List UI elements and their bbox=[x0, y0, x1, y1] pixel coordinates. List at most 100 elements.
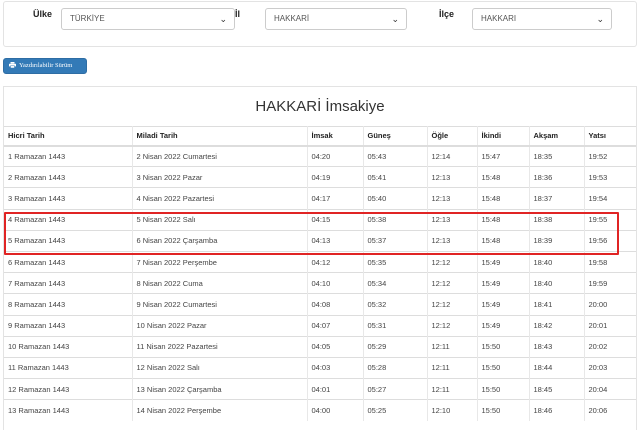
hijri-date-cell: 1 Ramazan 1443 bbox=[4, 144, 133, 167]
hijri-date-cell: 7 Ramazan 1443 bbox=[4, 272, 133, 294]
yatsi-cell: 20:06 bbox=[584, 399, 636, 421]
aksam-cell: 18:38 bbox=[529, 208, 585, 231]
district-select[interactable]: HAKKARI ⌄ bbox=[472, 8, 612, 30]
country-label: Ülke bbox=[33, 9, 53, 19]
province-select[interactable]: HAKKARİ ⌄ bbox=[265, 8, 407, 30]
aksam-cell: 18:43 bbox=[529, 335, 585, 358]
table-header-row: Hicri Tarih Miladi Tarih İmsak Güneş Öğl… bbox=[4, 126, 636, 147]
gunes-cell: 05:38 bbox=[363, 208, 428, 231]
imsakiye-table: Hicri Tarih Miladi Tarih İmsak Güneş Öğl… bbox=[4, 126, 636, 421]
ikindi-cell: 15:50 bbox=[477, 335, 530, 358]
table-row: 4 Ramazan 1443 5 Nisan 2022 Salı 04:15 05:3… bbox=[4, 208, 636, 231]
column-header-gunes: Güneş bbox=[363, 126, 428, 147]
ogle-cell: 12:11 bbox=[427, 335, 478, 358]
gunes-cell: 05:27 bbox=[363, 378, 428, 400]
gunes-cell: 05:37 bbox=[363, 229, 428, 252]
gregorian-date-cell: 8 Nisan 2022 Cuma bbox=[132, 272, 308, 294]
gregorian-date-cell: 10 Nisan 2022 Pazar bbox=[132, 314, 308, 337]
gregorian-date-cell: 14 Nisan 2022 Perşembe bbox=[132, 399, 308, 421]
ogle-cell: 12:12 bbox=[427, 272, 478, 294]
yatsi-cell: 19:52 bbox=[584, 144, 636, 167]
print-version-label: Yazdırılabilir Sürüm bbox=[19, 62, 73, 69]
yatsi-cell: 20:00 bbox=[584, 293, 636, 315]
table-row: 1 Ramazan 1443 2 Nisan 2022 Cumartesi 04:2… bbox=[4, 144, 636, 167]
table-row: 9 Ramazan 1443 10 Nisan 2022 Pazar 04:07 05… bbox=[4, 314, 636, 337]
page-title: HAKKARİ İmsakiye bbox=[255, 98, 385, 115]
aksam-cell: 18:45 bbox=[529, 378, 585, 400]
hijri-date-cell: 3 Ramazan 1443 bbox=[4, 187, 133, 210]
hijri-date-cell: 13 Ramazan 1443 bbox=[4, 399, 133, 421]
ogle-cell: 12:11 bbox=[427, 378, 478, 400]
gregorian-date-cell: 6 Nisan 2022 Çarşamba bbox=[132, 229, 308, 252]
print-version-button[interactable]: Yazdırılabilir Sürüm bbox=[3, 58, 87, 74]
column-header-ogle: Öğle bbox=[427, 126, 478, 147]
imsak-cell: 04:08 bbox=[307, 293, 364, 315]
imsak-cell: 04:19 bbox=[307, 166, 364, 188]
aksam-cell: 18:44 bbox=[529, 356, 585, 379]
column-header-hijri-date: Hicri Tarih bbox=[4, 126, 133, 147]
hijri-date-cell: 9 Ramazan 1443 bbox=[4, 314, 133, 337]
table-row: 3 Ramazan 1443 4 Nisan 2022 Pazartesi 04:1… bbox=[4, 187, 636, 210]
ogle-cell: 12:11 bbox=[427, 356, 478, 379]
yatsi-cell: 20:03 bbox=[584, 356, 636, 379]
ogle-cell: 12:12 bbox=[427, 314, 478, 337]
province-select-value: HAKKARİ bbox=[274, 14, 310, 23]
gregorian-date-cell: 11 Nisan 2022 Pazartesi bbox=[132, 335, 308, 358]
ikindi-cell: 15:47 bbox=[477, 144, 530, 167]
table-row: 13 Ramazan 1443 14 Nisan 2022 Perşembe 04:… bbox=[4, 399, 636, 421]
gunes-cell: 05:28 bbox=[363, 356, 428, 379]
imsak-cell: 04:12 bbox=[307, 250, 364, 273]
gunes-cell: 05:32 bbox=[363, 293, 428, 315]
ogle-cell: 12:12 bbox=[427, 250, 478, 273]
gregorian-date-cell: 3 Nisan 2022 Pazar bbox=[132, 166, 308, 188]
gunes-cell: 05:25 bbox=[363, 399, 428, 421]
ikindi-cell: 15:48 bbox=[477, 187, 530, 210]
chevron-down-icon: ⌄ bbox=[391, 14, 399, 24]
aksam-cell: 18:40 bbox=[529, 272, 585, 294]
yatsi-cell: 19:58 bbox=[584, 250, 636, 273]
column-header-aksam: Akşam bbox=[529, 126, 585, 147]
yatsi-cell: 19:53 bbox=[584, 166, 636, 188]
imsak-cell: 04:17 bbox=[307, 187, 364, 210]
aksam-cell: 18:40 bbox=[529, 250, 585, 273]
aksam-cell: 18:42 bbox=[529, 314, 585, 337]
yatsi-cell: 20:01 bbox=[584, 314, 636, 337]
printer-icon bbox=[9, 62, 16, 68]
gregorian-date-cell: 7 Nisan 2022 Perşembe bbox=[132, 250, 308, 273]
column-header-ikindi: İkindi bbox=[477, 126, 530, 147]
ogle-cell: 12:12 bbox=[427, 293, 478, 315]
gunes-cell: 05:31 bbox=[363, 314, 428, 337]
yatsi-cell: 19:59 bbox=[584, 272, 636, 294]
table-row: 7 Ramazan 1443 8 Nisan 2022 Cuma 04:10 05:3… bbox=[4, 272, 636, 294]
aksam-cell: 18:37 bbox=[529, 187, 585, 210]
column-header-yatsi: Yatsı bbox=[584, 126, 636, 147]
gregorian-date-cell: 4 Nisan 2022 Pazartesi bbox=[132, 187, 308, 210]
hijri-date-cell: 10 Ramazan 1443 bbox=[4, 335, 133, 358]
ogle-cell: 12:13 bbox=[427, 187, 478, 210]
aksam-cell: 18:39 bbox=[529, 229, 585, 252]
gunes-cell: 05:29 bbox=[363, 335, 428, 358]
ogle-cell: 12:13 bbox=[427, 229, 478, 252]
column-header-imsak: İmsak bbox=[307, 126, 364, 147]
gregorian-date-cell: 5 Nisan 2022 Salı bbox=[132, 208, 308, 231]
yatsi-cell: 19:54 bbox=[584, 187, 636, 210]
hijri-date-cell: 8 Ramazan 1443 bbox=[4, 293, 133, 315]
ogle-cell: 12:13 bbox=[427, 166, 478, 188]
country-select-value: TÜRKİYE bbox=[70, 14, 105, 23]
gunes-cell: 05:34 bbox=[363, 272, 428, 294]
hijri-date-cell: 4 Ramazan 1443 bbox=[4, 208, 133, 231]
province-label: İl bbox=[235, 9, 241, 19]
imsak-cell: 04:01 bbox=[307, 378, 364, 400]
gunes-cell: 05:35 bbox=[363, 250, 428, 273]
chevron-down-icon: ⌄ bbox=[219, 14, 227, 24]
district-select-value: HAKKARI bbox=[481, 14, 517, 23]
yatsi-cell: 20:02 bbox=[584, 335, 636, 358]
gregorian-date-cell: 13 Nisan 2022 Çarşamba bbox=[132, 378, 308, 400]
ogle-cell: 12:14 bbox=[427, 144, 478, 167]
country-select[interactable]: TÜRKİYE ⌄ bbox=[61, 8, 235, 30]
hijri-date-cell: 11 Ramazan 1443 bbox=[4, 356, 133, 379]
imsak-cell: 04:05 bbox=[307, 335, 364, 358]
yatsi-cell: 19:55 bbox=[584, 208, 636, 231]
yatsi-cell: 20:04 bbox=[584, 378, 636, 400]
ikindi-cell: 15:50 bbox=[477, 399, 530, 421]
